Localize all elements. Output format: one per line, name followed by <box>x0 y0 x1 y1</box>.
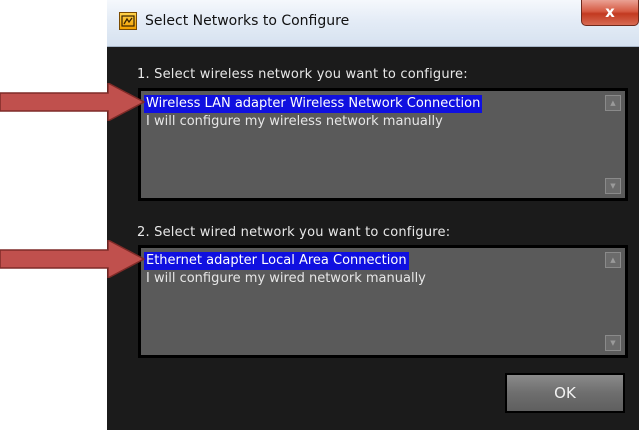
labview-app-icon <box>119 12 137 30</box>
wired-scrollbar[interactable]: ▲ ▼ <box>605 252 621 351</box>
red-arrow-annotation-icon <box>0 240 146 278</box>
red-arrow-annotation-icon <box>0 83 146 121</box>
wireless-list-item-adapter[interactable]: Wireless LAN adapter Wireless Network Co… <box>144 95 483 113</box>
close-button[interactable]: x <box>581 0 639 26</box>
wired-list-item-adapter[interactable]: Ethernet adapter Local Area Connection <box>144 252 409 270</box>
wireless-network-listbox[interactable]: Wireless LAN adapter Wireless Network Co… <box>138 88 628 201</box>
title-bar[interactable]: Select Networks to Configure x <box>107 0 639 47</box>
ok-button[interactable]: OK <box>505 373 625 413</box>
window-title: Select Networks to Configure <box>145 13 350 29</box>
wireless-scrollbar[interactable]: ▲ ▼ <box>605 95 621 194</box>
dialog-body: 1. Select wireless network you want to c… <box>107 47 639 430</box>
scroll-down-icon[interactable]: ▼ <box>605 335 621 351</box>
wired-network-listbox[interactable]: Ethernet adapter Local Area Connection I… <box>138 245 628 358</box>
dialog-window: Select Networks to Configure x 1. Select… <box>107 0 639 430</box>
close-icon: x <box>605 3 615 21</box>
screenshot-canvas: Select Networks to Configure x 1. Select… <box>0 0 639 430</box>
wired-list-item-manual[interactable]: I will configure my wired network manual… <box>144 270 428 288</box>
wireless-section-label: 1. Select wireless network you want to c… <box>137 67 468 82</box>
scroll-up-icon[interactable]: ▲ <box>605 95 621 111</box>
wired-section-label: 2. Select wired network you want to conf… <box>137 225 451 240</box>
scroll-down-icon[interactable]: ▼ <box>605 178 621 194</box>
wireless-list-item-manual[interactable]: I will configure my wireless network man… <box>144 113 445 131</box>
scroll-up-icon[interactable]: ▲ <box>605 252 621 268</box>
